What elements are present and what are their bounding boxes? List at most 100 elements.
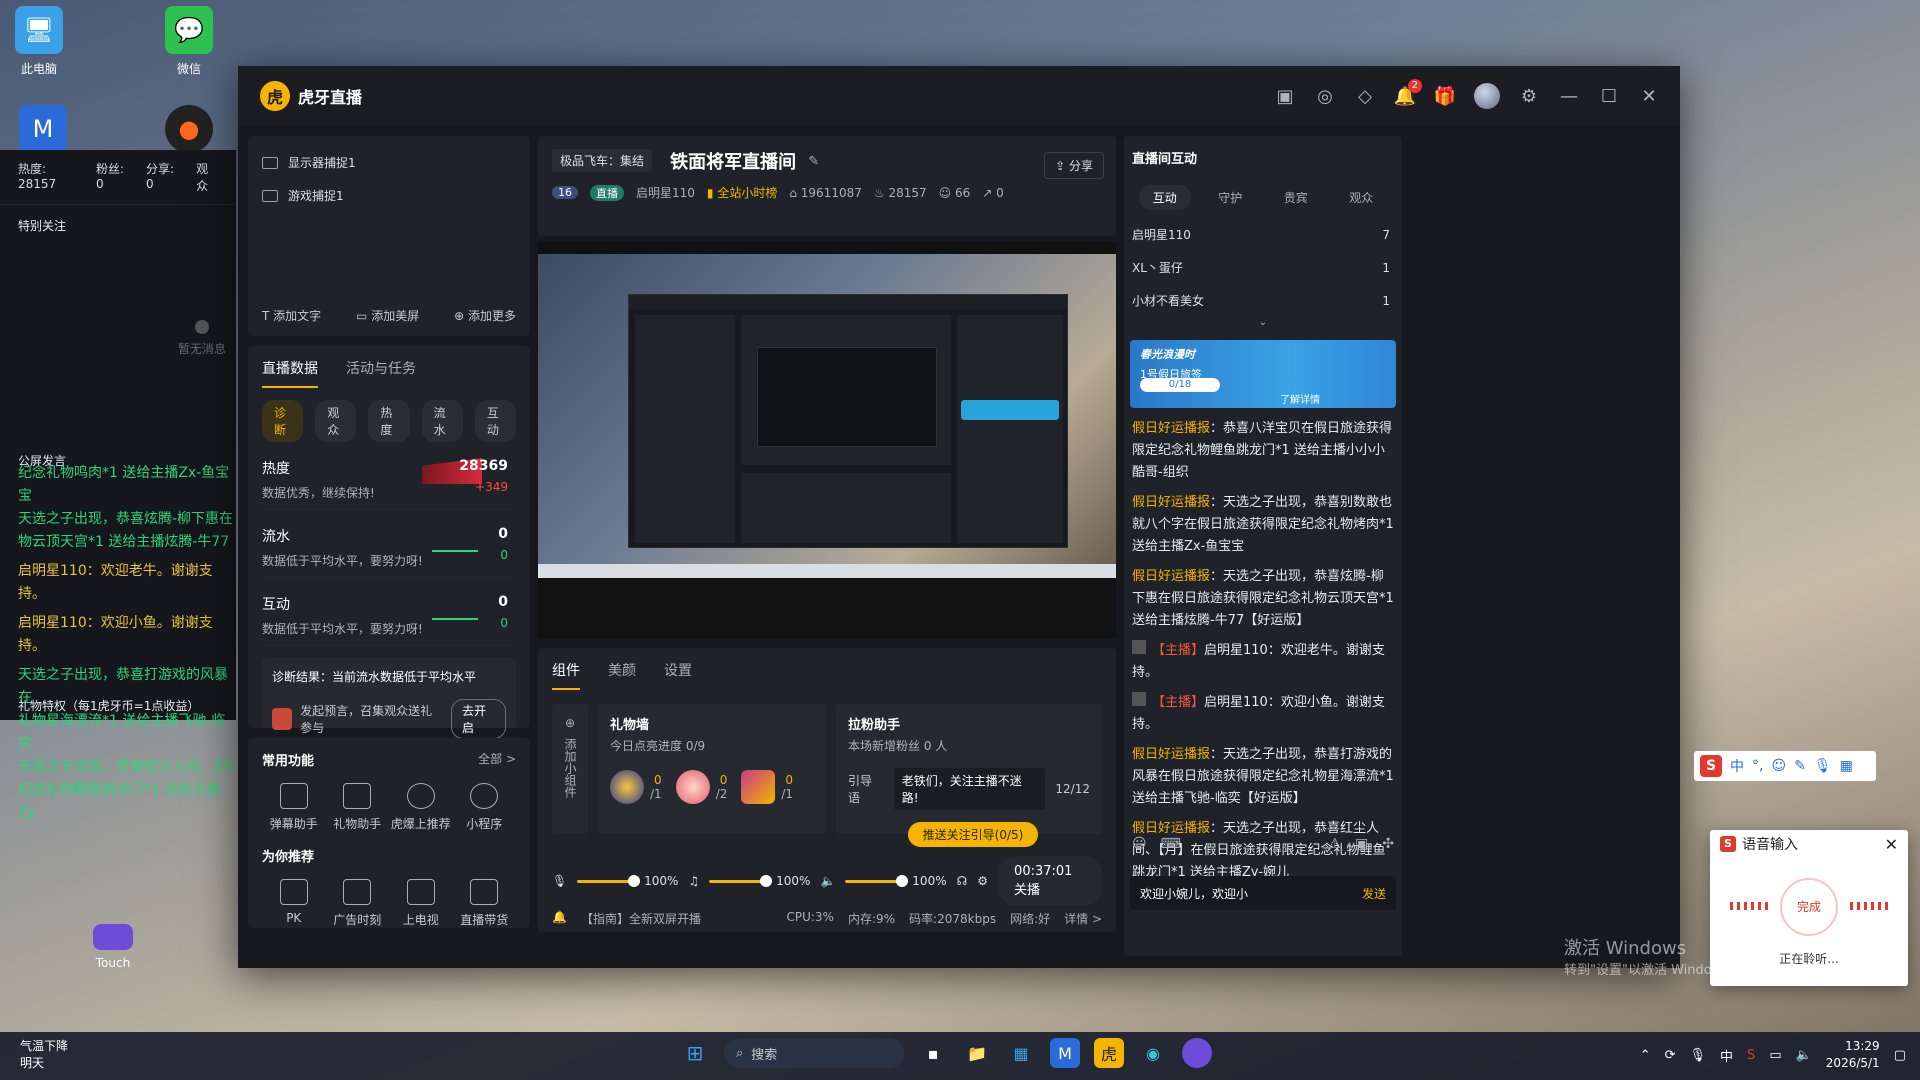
edit-icon[interactable]: ✎	[808, 154, 819, 169]
app-m-icon[interactable]: M	[1050, 1038, 1080, 1068]
ime-pen-icon[interactable]: ✎	[1794, 758, 1806, 774]
push-follow-guide-button[interactable]: 推送关注引导(0/5)	[908, 822, 1038, 847]
coin-icon[interactable]: ◎	[1314, 85, 1336, 107]
chat-input[interactable]: 欢迎小婉儿，欢迎小 发送	[1130, 876, 1396, 910]
headset-icon[interactable]: ☊	[957, 874, 968, 888]
sogou-tray-icon[interactable]: S	[1747, 1048, 1755, 1063]
event-banner[interactable]: 春光浪漫时 1号假日旅签 0/18 了解详情	[1130, 340, 1396, 408]
pill-diagnosis[interactable]: 诊断	[262, 400, 304, 442]
details-link[interactable]: 详情 >	[1064, 910, 1102, 927]
stream-preview[interactable]	[538, 242, 1116, 638]
pill-interaction[interactable]: 互动	[474, 400, 517, 442]
volume-icon[interactable]: 🔈	[1796, 1048, 1812, 1063]
viewer-row[interactable]: XL丶蛋仔 1	[1124, 251, 1402, 284]
tab-beauty[interactable]: 美颜	[608, 660, 636, 690]
avatar[interactable]	[1474, 83, 1500, 109]
ad-time-button[interactable]: 广告时刻	[326, 879, 390, 928]
calendar-icon[interactable]: ▣	[1274, 85, 1296, 107]
mini-program-button[interactable]: 小程序	[453, 783, 517, 832]
ime-grid-icon[interactable]: ▦	[1840, 758, 1853, 774]
gear-icon[interactable]: ⚙	[977, 874, 988, 888]
tab-vip[interactable]: 贵宾	[1270, 185, 1322, 210]
danmu-assistant-button[interactable]: 弹幕助手	[262, 783, 326, 832]
add-text-button[interactable]: T 添加文字	[262, 307, 321, 324]
hotkey-icon[interactable]: ⌨	[1161, 836, 1181, 852]
warning-icon[interactable]: ⚠	[1328, 836, 1341, 852]
store-icon[interactable]: ▦	[1006, 1038, 1036, 1068]
close-icon[interactable]: ✕	[1885, 835, 1898, 854]
pill-viewers[interactable]: 观众	[315, 400, 357, 442]
emoji-icon[interactable]: ☺	[1132, 836, 1147, 852]
tray-mic-icon[interactable]: 🎙	[1690, 1048, 1707, 1063]
sync-icon[interactable]: ⟳	[1665, 1048, 1676, 1063]
stop-live-button[interactable]: 00:37:01 关播	[998, 856, 1103, 906]
guide-text-input[interactable]: 老铁们，关注主播不迷路!	[893, 768, 1046, 810]
promote-button[interactable]: 虎爆上推荐	[389, 783, 453, 832]
desktop-icon-touch[interactable]: Touch	[78, 924, 148, 970]
gift-wall-widget[interactable]: 礼物墙 今日点亮进度 0/9 0/1 0/2 0/1	[598, 704, 826, 834]
weather-widget[interactable]: 气温下降 明天	[20, 1038, 68, 1072]
task-view-icon[interactable]: ▪	[918, 1038, 948, 1068]
pill-heat[interactable]: 热度	[368, 400, 410, 442]
tab-settings[interactable]: 设置	[664, 660, 692, 690]
huya-taskbar-icon[interactable]: 虎	[1094, 1038, 1124, 1068]
gift-assistant-button[interactable]: 礼物助手	[326, 783, 390, 832]
ime-emoji-icon[interactable]: ☺	[1771, 758, 1786, 774]
tab-audience[interactable]: 观众	[1335, 185, 1387, 210]
add-more-button[interactable]: ⊕ 添加更多	[454, 307, 516, 324]
guide-link[interactable]: 【指南】全新双屏开播	[581, 910, 701, 927]
voice-done-button[interactable]: 完成	[1780, 878, 1838, 936]
desktop-icon-computer[interactable]: 🖥 此电脑	[4, 6, 74, 77]
start-icon[interactable]: ⊞	[680, 1038, 710, 1068]
music-volume-slider[interactable]	[709, 874, 773, 887]
tray-chevron-icon[interactable]: ⌃	[1640, 1048, 1651, 1063]
ime-mic-icon[interactable]: 🎙	[1814, 758, 1832, 774]
add-screen-button[interactable]: ▭ 添加美屏	[356, 307, 419, 324]
taskbar-search[interactable]: ⌕ 搜索	[724, 1038, 904, 1068]
expand-chevron-icon[interactable]: ⌄	[1124, 317, 1402, 328]
ime-punct-icon[interactable]: °,	[1752, 758, 1763, 774]
edge-icon[interactable]: ◉	[1138, 1038, 1168, 1068]
tv-button[interactable]: 上电视	[389, 879, 453, 928]
add-widget-button[interactable]: ⊕ 添加小组件	[552, 704, 588, 834]
viewer-row[interactable]: 启明星110 7	[1124, 218, 1402, 251]
mic-volume-slider[interactable]	[577, 874, 641, 887]
banner-more-link[interactable]: 了解详情	[1280, 391, 1320, 406]
touch-taskbar-icon[interactable]	[1182, 1038, 1212, 1068]
minimize-icon[interactable]: —	[1558, 85, 1580, 107]
bell-icon[interactable]: 🔔 2	[1394, 79, 1422, 107]
desktop-icon-wechat[interactable]: 💬 微信	[154, 6, 224, 77]
tools-icon[interactable]: ✣	[1382, 836, 1394, 852]
tab-guard[interactable]: 守护	[1204, 185, 1256, 210]
tab-interact[interactable]: 互动	[1138, 185, 1191, 210]
tab-live-data[interactable]: 直播数据	[262, 358, 318, 388]
viewer-row[interactable]: 小材不看美女 1	[1124, 284, 1402, 317]
pill-revenue[interactable]: 流水	[421, 400, 463, 442]
settings-icon[interactable]: ⚙	[1518, 85, 1540, 107]
mic-icon[interactable]: 🎙	[552, 874, 567, 888]
source-item-game[interactable]: 游戏捕捉1	[262, 179, 516, 212]
gift-icon[interactable]: 🎁	[1434, 85, 1456, 107]
all-functions-link[interactable]: 全部 >	[478, 750, 516, 767]
share-button[interactable]: ⇪ 分享	[1044, 152, 1104, 179]
speaker-icon[interactable]: 🔈	[820, 874, 835, 888]
ime-lang-icon[interactable]: 中	[1730, 756, 1744, 776]
maximize-icon[interactable]: ☐	[1598, 85, 1620, 107]
clock[interactable]: 13:29 2026/5/1	[1826, 1038, 1880, 1072]
tag-icon[interactable]: ◇	[1354, 85, 1376, 107]
hourly-rank[interactable]: ▮ 全站小时榜	[707, 184, 777, 201]
tab-activities[interactable]: 活动与任务	[346, 358, 416, 388]
pk-button[interactable]: PK	[262, 879, 326, 928]
room-category[interactable]: 极品飞车：集结	[552, 148, 653, 172]
speaker-volume-slider[interactable]	[845, 874, 909, 887]
enable-prediction-button[interactable]: 去开启	[451, 699, 506, 739]
close-icon[interactable]: ✕	[1638, 85, 1660, 107]
ime-tray-icon[interactable]: 中	[1720, 1046, 1733, 1065]
live-commerce-button[interactable]: 直播带货	[453, 879, 517, 928]
send-button[interactable]: 发送	[1362, 885, 1386, 902]
folder-icon[interactable]: 📁	[962, 1038, 992, 1068]
network-icon[interactable]: ▭	[1769, 1048, 1781, 1063]
music-icon[interactable]: ♫	[688, 874, 699, 888]
notification-center-icon[interactable]: ▢	[1894, 1048, 1906, 1063]
screenshot-icon[interactable]: ▣	[1355, 836, 1368, 852]
